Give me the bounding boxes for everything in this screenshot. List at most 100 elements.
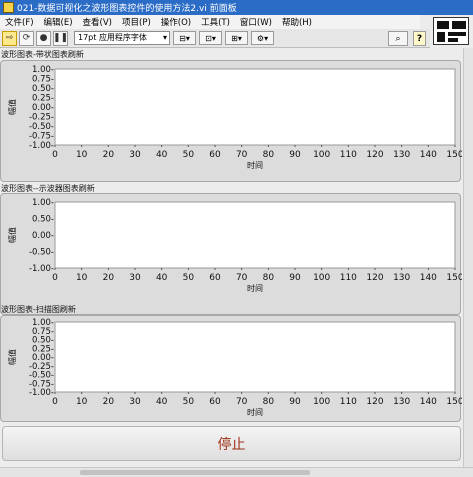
reorder-button[interactable]: ⚙▾: [251, 31, 274, 45]
run-continuously-icon: ⟳: [22, 33, 31, 43]
y-tick-label: -0.25-: [29, 113, 54, 123]
x-axis-label: 时间: [247, 283, 263, 293]
window-titlebar: 021-数据可视化之波形图表控件的使用方法2.vi 前面板: [0, 0, 473, 15]
x-tick-label: 40: [156, 150, 168, 160]
x-tick-label: 80: [263, 273, 275, 283]
x-tick-label: 30: [129, 397, 141, 407]
run-arrow-icon: ⇨: [5, 33, 14, 43]
x-tick-label: 150: [446, 273, 462, 283]
x-tick-label: 50: [183, 397, 195, 407]
x-tick-label: 70: [236, 150, 248, 160]
search-button[interactable]: ⌕: [388, 31, 408, 46]
x-tick-label: 0: [52, 273, 58, 283]
align-objects-button[interactable]: ⊟▾: [173, 31, 196, 45]
vi-connector-icon[interactable]: [433, 17, 469, 45]
x-tick-label: 150: [446, 397, 462, 407]
plot-area: [54, 321, 456, 393]
x-tick-label: 100: [313, 150, 330, 160]
x-tick-label: 60: [209, 397, 221, 407]
x-tick-label: 60: [209, 150, 221, 160]
vertical-scrollbar[interactable]: [463, 48, 473, 467]
y-tick-label: 0.50-: [32, 84, 54, 94]
x-tick-label: 10: [76, 150, 88, 160]
x-axis-label: 时间: [247, 407, 263, 417]
x-tick-label: 90: [289, 150, 301, 160]
chart3-label: 波形图表-扫描图刷新: [1, 305, 76, 314]
x-tick-label: 80: [263, 150, 275, 160]
x-tick-label: 130: [393, 150, 410, 160]
search-icon: ⌕: [395, 33, 401, 44]
y-tick-label: 1.00-: [32, 198, 54, 208]
x-tick-label: 140: [420, 150, 437, 160]
y-axis-label: 幅值: [7, 349, 17, 365]
chart2-plot: 1.00- 0.50- 0.00- -0.50- -1.00- 幅值 0 10 20 30 40 50…: [7, 198, 462, 293]
stop-button-label: 停止: [217, 436, 246, 453]
labview-app-icon: [3, 2, 14, 13]
x-tick-label: 0: [52, 397, 58, 407]
x-tick-label: 40: [156, 397, 168, 407]
horizontal-scrollbar[interactable]: [0, 467, 473, 477]
x-axis-label: 时间: [247, 160, 263, 170]
x-tick-label: 110: [340, 150, 357, 160]
pause-icon: ❚❚: [52, 33, 69, 43]
x-tick-label: 130: [393, 273, 410, 283]
font-select-value: 17pt 应用程序字体: [78, 33, 147, 42]
waveform-chart-strip[interactable]: 1.00- 0.75- 0.50- 0.25- 0.00- -0.25- -0.50- -0.…: [0, 60, 462, 182]
chart3-plot: 1.00-0.75-0.50-0.25-0.00--0.25--0.50--0.…: [7, 318, 462, 417]
menu-bar: 文件(F) 编辑(E) 查看(V) 项目(P) 操作(O) 工具(T) 窗口(W…: [0, 15, 420, 29]
menu-project[interactable]: 项目(P): [117, 16, 156, 28]
distribute-objects-button[interactable]: ⊡▾: [199, 31, 222, 45]
horizontal-scrollbar-thumb[interactable]: [80, 470, 310, 475]
y-tick-label: 0.50-: [32, 215, 54, 225]
font-select[interactable]: 17pt 应用程序字体 ▾: [74, 31, 170, 45]
plot-area: [54, 201, 456, 269]
menu-window[interactable]: 窗口(W): [235, 16, 277, 28]
reorder-icon: ⚙▾: [256, 33, 269, 43]
x-tick-label: 30: [129, 150, 141, 160]
run-continuously-button[interactable]: ⟳: [19, 30, 34, 46]
x-tick-label: 20: [103, 150, 115, 160]
stop-button[interactable]: 停止: [2, 426, 461, 461]
help-icon: ?: [416, 33, 423, 44]
x-tick-label: 70: [236, 273, 248, 283]
abort-stop-icon: ●: [39, 33, 48, 43]
y-tick-label: 0.00-: [32, 103, 54, 113]
y-tick-label: 0.25-: [32, 94, 54, 104]
align-objects-icon: ⊟▾: [179, 33, 190, 43]
context-help-button[interactable]: ?: [413, 31, 426, 46]
waveform-chart-scope[interactable]: 1.00- 0.50- 0.00- -0.50- -1.00- 幅值 0 10 20 30 40 50…: [0, 193, 462, 315]
menu-help[interactable]: 帮助(H): [277, 16, 317, 28]
x-tick-label: 70: [236, 397, 248, 407]
resize-objects-icon: ⊞▾: [231, 33, 242, 43]
window-title: 021-数据可视化之波形图表控件的使用方法2.vi 前面板: [17, 4, 237, 14]
menu-edit[interactable]: 编辑(E): [39, 16, 78, 28]
pause-button[interactable]: ❚❚: [52, 30, 69, 46]
x-tick-label: 120: [366, 150, 383, 160]
y-axis-label: 幅值: [7, 227, 17, 243]
chart1-plot: 1.00-0.75-0.50-0.25-0.00--0.25--0.50--0.…: [7, 65, 462, 170]
abort-button[interactable]: ●: [36, 30, 51, 46]
resize-objects-button[interactable]: ⊞▾: [225, 31, 248, 45]
y-tick-label: 0.75-: [32, 75, 54, 85]
run-arrow-button[interactable]: ⇨: [2, 30, 17, 46]
waveform-chart-sweep[interactable]: 1.00- 0.75- 0.50- 0.25- 0.00- -0.25- -0.50- -0.…: [0, 315, 462, 422]
y-axis-label: 幅值: [7, 99, 17, 115]
y-tick-label: -0.50-: [29, 248, 54, 258]
menu-file[interactable]: 文件(F): [0, 16, 39, 28]
x-tick-label: 100: [313, 397, 330, 407]
chevron-down-icon: ▾: [162, 33, 167, 42]
distribute-objects-icon: ⊡▾: [205, 33, 216, 43]
menu-operate[interactable]: 操作(O): [156, 16, 196, 28]
menu-view[interactable]: 查看(V): [78, 16, 117, 28]
x-tick-label: 50: [183, 150, 195, 160]
menu-tools[interactable]: 工具(T): [196, 16, 235, 28]
y-tick-label: -0.50-: [29, 122, 54, 132]
x-tick-label: 110: [340, 397, 357, 407]
x-tick-label: 100: [313, 273, 330, 283]
toolbar: ⇨ ⟳ ● ❚❚ 17pt 应用程序字体 ▾ ⊟▾ ⊡▾ ⊞▾ ⚙▾ ⌕ ?: [0, 29, 430, 48]
x-tick-label: 40: [156, 273, 168, 283]
y-tick-label: 1.00-: [32, 65, 54, 75]
x-tick-label: 90: [289, 273, 301, 283]
x-tick-label: 50: [183, 273, 195, 283]
x-tick-label: 150: [446, 150, 462, 160]
